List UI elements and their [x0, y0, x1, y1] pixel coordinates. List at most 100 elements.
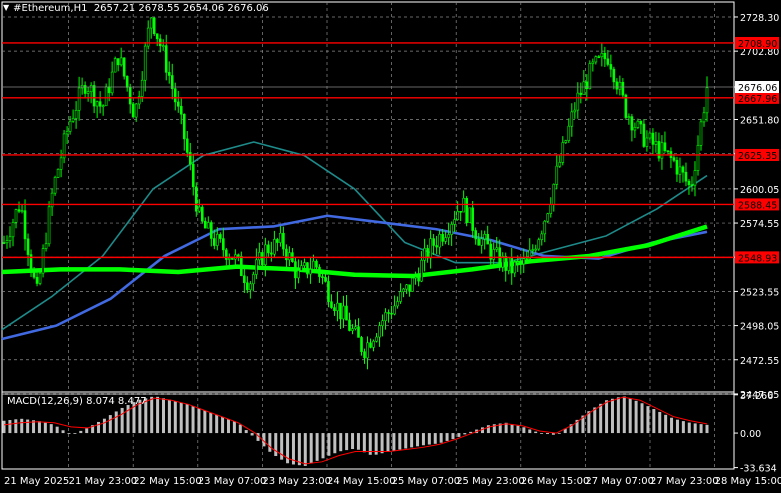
macd-hist-bar [510, 424, 514, 434]
macd-hist-bar [327, 433, 331, 456]
macd-hist-bar [652, 409, 656, 434]
y-tick-label: 2600.05 [740, 185, 779, 196]
candle-body [453, 219, 456, 225]
candle-body [516, 261, 520, 264]
candle-body [405, 284, 408, 290]
chart-window[interactable]: 21 May 2025 21 May 23:00 22 May 15:00 23 Ma… [0, 0, 781, 489]
macd-hist-bar [162, 398, 166, 434]
x-tick-label: 25 May 07:00 [392, 476, 461, 487]
macd-y-tick-label: -33.634 [740, 464, 777, 475]
candle-body [8, 236, 12, 241]
candle-body [152, 17, 156, 35]
price-chart[interactable]: 21 May 2025 21 May 23:0022 May 15:0023 Ma… [0, 0, 781, 489]
candle-body [702, 112, 706, 123]
candle-body [345, 305, 348, 321]
candle-body [369, 342, 372, 348]
macd-hist-bar [646, 406, 650, 434]
candle-body [23, 210, 27, 240]
candle-body [128, 87, 132, 105]
candle-body [699, 121, 703, 146]
candle-body [393, 305, 396, 315]
macd-hist-bar [73, 433, 77, 434]
candle-body [384, 312, 387, 322]
macd-hist-bar [445, 433, 449, 441]
candle-body [149, 17, 153, 29]
macd-hist-bar [114, 411, 118, 434]
candle-body [402, 288, 405, 293]
macd-hist-bar [664, 414, 668, 434]
macd-hist-bar [528, 429, 532, 434]
macd-hist-bar [167, 399, 171, 434]
macd-hist-bar [55, 426, 59, 434]
macd-hist-bar [108, 415, 112, 434]
candle-body [300, 265, 303, 271]
macd-hist-bar [516, 425, 520, 434]
candle-body [594, 56, 598, 63]
candle-body [237, 254, 240, 257]
candle-body [696, 144, 700, 171]
candle-body [185, 138, 189, 153]
level-price-label: 2708.90 [738, 39, 777, 50]
candle-body [531, 249, 535, 251]
candle-body [426, 248, 429, 259]
candle-body [507, 257, 511, 271]
macd-hist-bar [439, 433, 443, 443]
candle-body [255, 259, 258, 275]
candle-body [375, 336, 378, 342]
candle-body [360, 337, 363, 352]
candle-body [354, 326, 357, 329]
candle-body [477, 238, 480, 246]
macd-hist-bar [351, 433, 355, 450]
macd-hist-bar [634, 400, 638, 434]
candle-body [44, 243, 48, 249]
x-tick-label: 23 May 07:00 [198, 476, 267, 487]
candle-body [576, 92, 580, 111]
candle-body [83, 85, 87, 94]
macd-hist-bar [404, 433, 408, 449]
candle-body [480, 238, 483, 246]
candle-body [441, 234, 444, 242]
candle-body [89, 85, 93, 93]
macd-hist-bar [610, 398, 614, 434]
candle-body [399, 291, 402, 302]
candle-body [606, 58, 610, 65]
macd-hist-bar [8, 420, 12, 434]
candle-body [612, 68, 616, 83]
candle-body [675, 160, 679, 175]
candle-body [630, 116, 634, 131]
candle-body [648, 132, 652, 139]
candle-body [74, 110, 78, 119]
candle-body [2, 242, 6, 244]
candle-body [191, 163, 195, 188]
macd-hist-bar [392, 433, 396, 451]
macd-hist-bar [250, 433, 254, 436]
candle-body [450, 224, 453, 235]
candle-body [552, 184, 556, 205]
macd-hist-bar [49, 424, 53, 434]
candle-body [372, 340, 375, 348]
candle-body [68, 120, 72, 132]
candle-body [471, 207, 474, 231]
candle-body [155, 33, 159, 40]
y-tick-label: 2472.55 [740, 356, 779, 367]
candle-body [122, 57, 126, 77]
triangle-down-icon[interactable]: ▼ [3, 3, 9, 12]
candle-body [324, 276, 327, 282]
candle-body [705, 87, 709, 114]
candle-body [618, 81, 622, 90]
candle-body [432, 238, 435, 246]
candle-body [11, 221, 15, 238]
candle-body [71, 118, 75, 122]
macd-hist-bar [14, 419, 18, 434]
candle-body [342, 305, 345, 320]
symbol-label: #Ethereum,H1 [13, 3, 88, 14]
x-tick-label: 23 May 23:00 [262, 476, 331, 487]
macd-hist-bar [2, 420, 6, 434]
x-tick-label: 26 May 15:00 [521, 476, 590, 487]
x-tick-label: 24 May 15:00 [327, 476, 396, 487]
macd-hist-bar [156, 396, 160, 434]
candle-body [212, 238, 216, 246]
candle-body [387, 312, 390, 314]
macd-y-tick-label: 0.00 [740, 429, 761, 440]
candle-body [197, 206, 201, 212]
